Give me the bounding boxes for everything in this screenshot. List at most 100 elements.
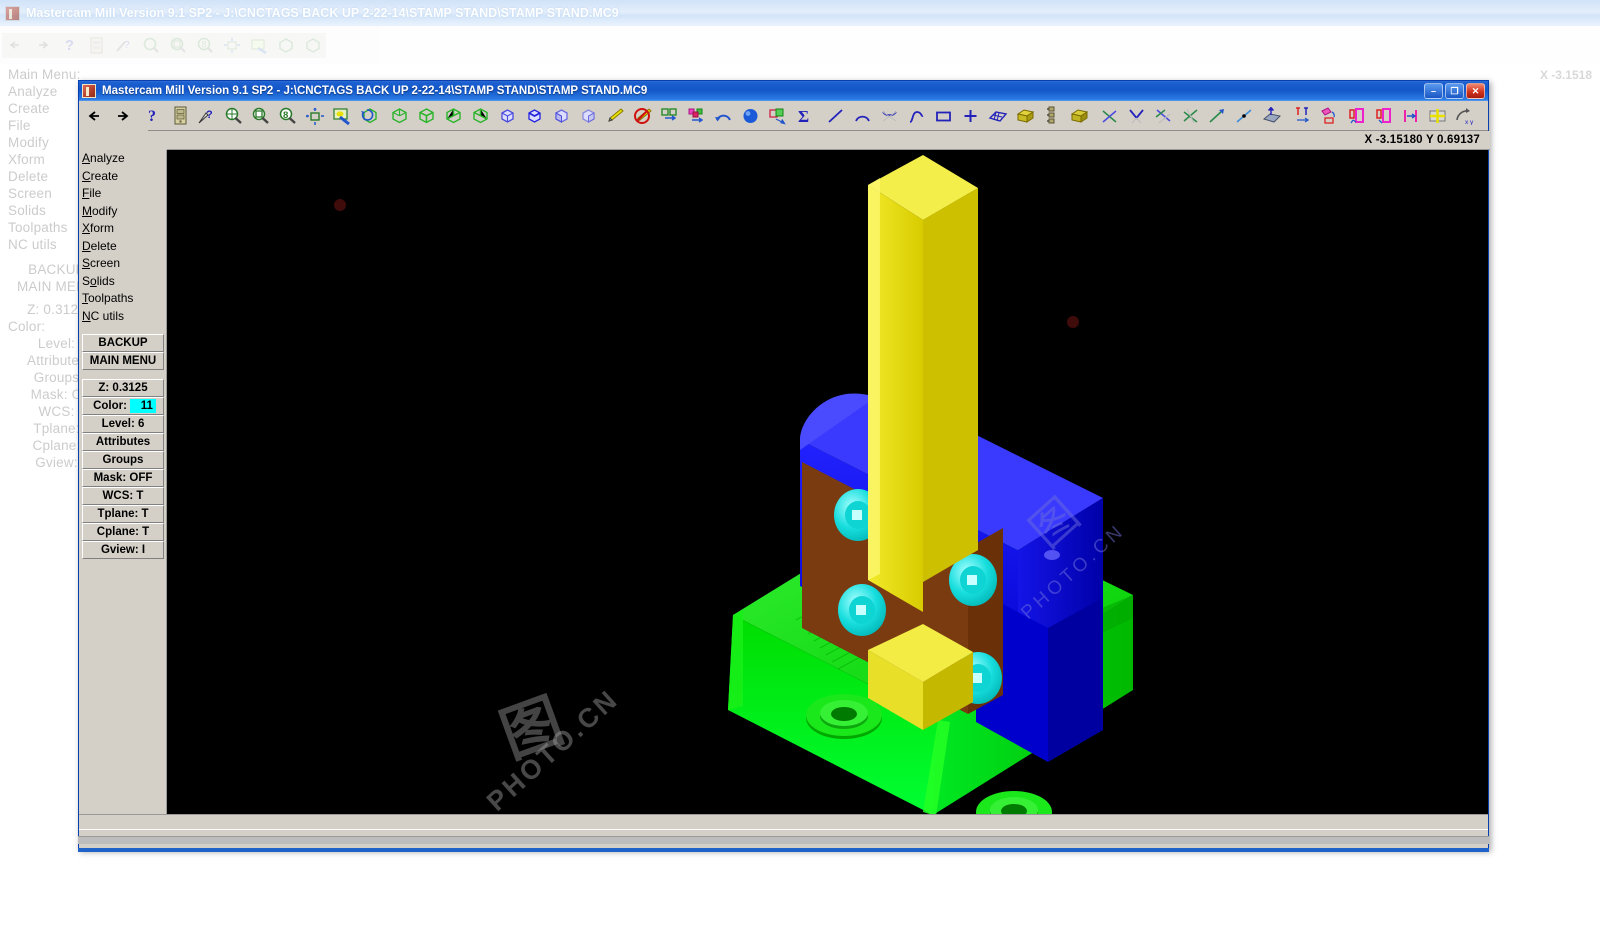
cplane-top-button[interactable] (521, 103, 548, 128)
trim-one-button[interactable] (1096, 103, 1123, 128)
menu-item-analyze[interactable]: Analyze (79, 150, 166, 168)
repaint-button[interactable] (328, 103, 355, 128)
status-gview[interactable]: Gview: I (82, 541, 164, 559)
label-button[interactable] (1343, 103, 1370, 128)
mastercam-icon (82, 84, 96, 98)
cplane-iso-button[interactable] (494, 103, 521, 128)
zoom-eight-button[interactable]: 8 (274, 103, 301, 128)
gview-front-button[interactable] (440, 103, 467, 128)
counterbore-hole-upper (806, 694, 882, 739)
backup-button[interactable]: BACKUP (82, 334, 164, 352)
bg-tb-6 (137, 32, 164, 58)
create-surface-button[interactable] (984, 103, 1011, 128)
menu-spacer (79, 370, 166, 379)
gview-top-button[interactable] (413, 103, 440, 128)
create-rectangle-button[interactable] (930, 103, 957, 128)
create-solid-button[interactable] (1011, 103, 1038, 128)
status-z[interactable]: Z: 0.3125 (82, 379, 164, 397)
window-bottom-accent (78, 848, 1489, 852)
svg-text:?: ? (206, 109, 213, 121)
status-cplane[interactable]: Cplane: T (82, 523, 164, 541)
maximize-button[interactable]: ❐ (1445, 83, 1464, 99)
back-arrow-button[interactable] (81, 103, 108, 128)
gview-side-button[interactable] (467, 103, 494, 128)
menu-item-delete[interactable]: Delete (79, 238, 166, 256)
bg-tb-1 (2, 32, 29, 58)
forward-arrow-button[interactable] (108, 103, 135, 128)
bg-tb-7 (164, 32, 191, 58)
menu-item-label: reate (90, 168, 119, 183)
status-mask[interactable]: Mask: OFF (82, 469, 164, 487)
close-button[interactable]: ✕ (1466, 83, 1485, 99)
create-fillet-button[interactable] (876, 103, 903, 128)
noise-speckle (1067, 316, 1079, 328)
undo-button[interactable] (710, 103, 737, 128)
menu-item-label: nalyze (90, 151, 125, 165)
menu-item-xform[interactable]: Xform (79, 220, 166, 238)
witness-line-button[interactable] (1370, 103, 1397, 128)
fit-screen-button[interactable] (301, 103, 328, 128)
background-toolbar: ? ? 8 (0, 26, 1600, 64)
axis-button[interactable]: x y z (1451, 103, 1478, 128)
create-line-button[interactable] (822, 103, 849, 128)
crosshatch-button[interactable] (1424, 103, 1451, 128)
bg-tb-4 (83, 32, 110, 58)
drafting-button[interactable] (1038, 103, 1065, 128)
menu-spacer (79, 325, 166, 334)
horizontal-scrollbar[interactable] (79, 814, 1488, 829)
status-level[interactable]: Level: 6 (82, 415, 164, 433)
translate-button[interactable] (764, 103, 791, 128)
linear-dim-button[interactable] (1397, 103, 1424, 128)
status-color-label: Color: (93, 400, 127, 412)
break-button[interactable] (1231, 103, 1258, 128)
divide-button[interactable] (1177, 103, 1204, 128)
cplane-front-button[interactable] (548, 103, 575, 128)
trim-three-button[interactable] (1150, 103, 1177, 128)
zoom-window-button[interactable] (247, 103, 274, 128)
status-color[interactable]: Color: 11 (82, 397, 164, 415)
gview-iso-button[interactable] (386, 103, 413, 128)
status-attributes[interactable]: Attributes (82, 433, 164, 451)
group-manager-button[interactable] (683, 103, 710, 128)
noise-speckle (334, 199, 346, 211)
svg-text:Σ: Σ (798, 107, 809, 125)
dimension-button[interactable] (1289, 103, 1316, 128)
menu-item-screen[interactable]: Screen (79, 255, 166, 273)
menu-item-file[interactable]: File (79, 185, 166, 203)
draw-pencil-button[interactable] (602, 103, 629, 128)
background-title-bar: Mastercam Mill Version 9.1 SP2 - J:\CNCT… (0, 0, 1600, 26)
zoom-target-button[interactable] (220, 103, 247, 128)
normal-surface-button[interactable] (1258, 103, 1285, 128)
main-menu-button[interactable]: MAIN MENU (82, 352, 164, 370)
minimize-button[interactable]: – (1424, 83, 1443, 99)
whats-this-help-button[interactable]: ? (193, 103, 220, 128)
bg-tb-2 (29, 32, 56, 58)
create-arc-button[interactable] (849, 103, 876, 128)
create-spline-button[interactable] (903, 103, 930, 128)
menu-item-label: elete (90, 238, 117, 253)
shade-button[interactable] (737, 103, 764, 128)
menu-item-solids[interactable]: Solids (79, 273, 166, 291)
status-groups[interactable]: Groups (82, 451, 164, 469)
svg-text:?: ? (124, 40, 130, 51)
analyze-sum-button[interactable]: Σ (791, 103, 818, 128)
status-tplane[interactable]: Tplane: T (82, 505, 164, 523)
window-bottom-edge (78, 836, 1489, 844)
menu-item-modify[interactable]: Modify (79, 203, 166, 221)
level-manager-button[interactable] (656, 103, 683, 128)
solid-extrude-button[interactable] (1065, 103, 1092, 128)
note-button[interactable] (1316, 103, 1343, 128)
trim-two-button[interactable] (1123, 103, 1150, 128)
create-point-button[interactable] (957, 103, 984, 128)
no-draw-button[interactable] (629, 103, 656, 128)
rotate-view-button[interactable] (355, 103, 382, 128)
menu-item-toolpaths[interactable]: Toolpaths (79, 290, 166, 308)
graphics-view[interactable]: 图 PHOTO.CN (167, 150, 1488, 830)
help-button[interactable]: ? (139, 103, 166, 128)
cplane-side-button[interactable] (575, 103, 602, 128)
extend-button[interactable] (1204, 103, 1231, 128)
status-wcs[interactable]: WCS: T (82, 487, 164, 505)
menu-item-create[interactable]: Create (79, 168, 166, 186)
file-cabinet-button[interactable] (166, 103, 193, 128)
menu-item-ncutils[interactable]: NC utils (79, 308, 166, 326)
